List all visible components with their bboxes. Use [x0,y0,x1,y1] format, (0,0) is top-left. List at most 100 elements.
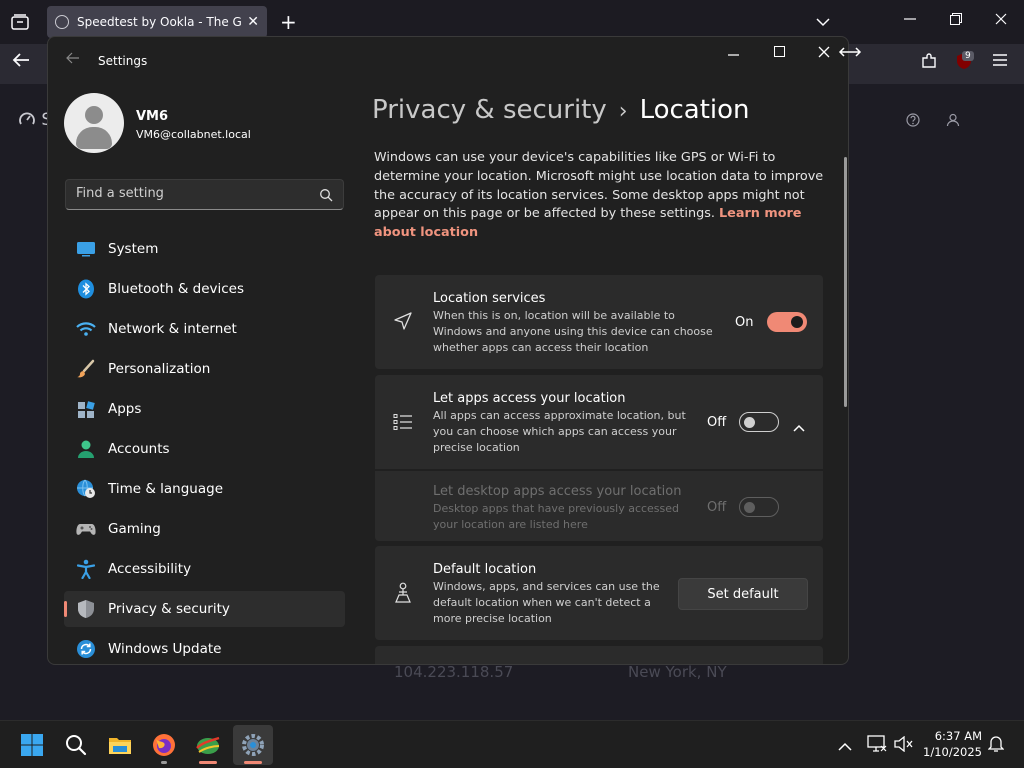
card-title: Default location [433,562,537,577]
running-indicator [199,761,217,764]
page-description: Windows can use your device's capabiliti… [374,149,824,243]
next-card-partial [375,646,823,664]
network-app-button[interactable] [188,725,228,765]
apps-access-card[interactable]: Let apps access your location All apps c… [375,375,823,469]
settings-taskbar-button[interactable] [233,725,273,765]
set-default-button[interactable]: Set default [678,578,808,610]
tab-list-icon[interactable] [8,10,32,34]
start-button[interactable] [12,725,52,765]
sidebar-item-bluetooth[interactable]: Bluetooth & devices [64,271,345,307]
sidebar-item-accounts[interactable]: Accounts [64,431,345,467]
wifi-icon [76,319,96,339]
card-title: Location services [433,291,546,306]
toggle-state-label: Off [707,500,727,515]
search-box[interactable] [65,179,344,210]
sidebar-item-gaming[interactable]: Gaming [64,511,345,547]
toggle-knob [744,501,755,513]
maximize-icon[interactable] [774,46,785,57]
help-icon[interactable] [906,112,920,131]
back-arrow-icon[interactable] [66,52,80,68]
chevron-down-icon[interactable] [816,12,830,31]
toggle-state-label: Off [707,415,727,430]
location-services-card: Location services When this is on, locat… [375,275,823,369]
sidebar-item-network[interactable]: Network & internet [64,311,345,347]
new-tab-button[interactable]: + [280,10,297,34]
user-email: VM6@collabnet.local [136,128,251,141]
sidebar-item-label: Accounts [108,441,170,457]
gamepad-icon [76,519,96,539]
sidebar-item-label: Privacy & security [108,601,230,617]
sidebar-item-label: System [108,241,159,257]
browser-restore-icon[interactable] [950,10,962,29]
update-icon [76,639,96,659]
toggle-knob [791,316,803,328]
clock-time[interactable]: 6:37 AM [930,729,982,743]
breadcrumb-parent[interactable]: Privacy & security [372,95,607,125]
apps-access-toggle[interactable] [739,412,779,432]
sidebar-item-accessibility[interactable]: Accessibility [64,551,345,587]
scrollbar[interactable] [844,157,847,407]
network-icon[interactable] [867,735,887,757]
gear-icon [242,734,264,756]
card-description: Desktop apps that have previously access… [433,502,680,531]
clock-date[interactable]: 1/10/2025 [922,745,982,759]
card-description: When this is on, location will be availa… [433,309,713,354]
toggle-knob [744,416,755,428]
notification-bell-icon[interactable] [987,735,1005,757]
close-icon[interactable] [818,41,830,63]
card-description: All apps can access approximate location… [433,409,686,454]
close-tab-icon[interactable]: ✕ [247,14,259,30]
list-icon [393,413,413,435]
location-arrow-icon [393,311,413,335]
tray-chevron-up-icon[interactable] [838,737,852,756]
sidebar-item-label: Network & internet [108,321,237,337]
settings-window: Settings VM6 VM6@collabnet.local System … [47,36,849,665]
minimize-icon[interactable] [728,45,748,65]
avatar[interactable] [64,93,124,153]
browser-minimize-icon[interactable] [904,10,916,29]
sidebar-item-windows-update[interactable]: Windows Update [64,631,345,664]
running-indicator [161,761,167,764]
hamburger-menu-icon[interactable] [992,52,1008,71]
accessibility-icon [76,559,96,579]
settings-title-bar[interactable]: Settings [48,37,848,85]
apps-icon [76,399,96,419]
firefox-button[interactable] [144,725,184,765]
page-title: Location [639,95,750,125]
sidebar-item-label: Bluetooth & devices [108,281,245,297]
sidebar-item-system[interactable]: System [64,231,345,267]
map-pin-person-icon [393,582,413,608]
sidebar-item-label: Personalization [108,361,211,377]
search-input[interactable] [76,186,306,201]
file-explorer-button[interactable] [100,725,140,765]
user-name: VM6 [136,109,169,124]
card-title: Let apps access your location [433,391,626,406]
browser-close-icon[interactable] [995,10,1007,29]
card-title: Let desktop apps access your location [433,484,682,499]
speedtest-favicon-icon [55,15,69,29]
ip-address-text: 104.223.118.57 [394,663,514,681]
browser-back-arrow-icon[interactable] [12,52,30,72]
extensions-puzzle-icon[interactable] [920,52,938,74]
search-icon[interactable] [319,187,333,206]
sidebar-item-personalization[interactable]: Personalization [64,351,345,387]
extension-badge: 9 [962,51,974,61]
windows-logo-icon [21,734,43,756]
sidebar-item-label: Windows Update [108,641,222,657]
sidebar-item-privacy-security[interactable]: Privacy & security [64,591,345,627]
location-services-toggle[interactable] [767,312,807,332]
folder-icon [109,738,131,754]
sidebar-item-time-language[interactable]: Time & language [64,471,345,507]
browser-tab[interactable]: Speedtest by Ookla - The Global Broadban… [47,6,267,38]
desktop-apps-card: Let desktop apps access your location De… [375,471,823,541]
taskbar-search-button[interactable] [56,725,96,765]
accounts-icon [76,439,96,459]
toggle-state-label: On [735,315,754,330]
volume-muted-icon[interactable] [894,735,914,756]
search-icon [66,735,87,756]
chevron-up-icon[interactable] [793,417,805,436]
sidebar-nav: System Bluetooth & devices Network & int… [64,231,345,664]
sidebar-item-apps[interactable]: Apps [64,391,345,427]
sidebar-item-label: Time & language [108,481,224,497]
user-profile-icon[interactable] [946,112,960,131]
